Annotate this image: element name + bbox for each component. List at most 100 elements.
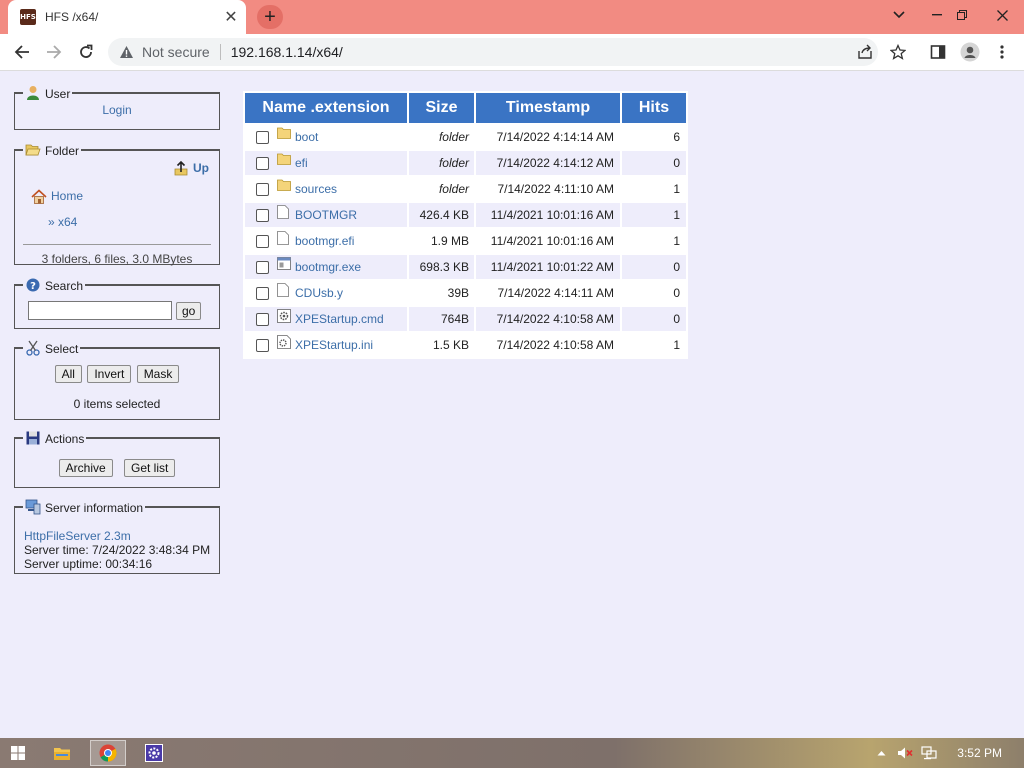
file-link[interactable]: boot xyxy=(295,130,318,144)
file-explorer-taskbar-icon[interactable] xyxy=(44,740,80,766)
tray-chevron-up-icon[interactable] xyxy=(872,740,890,766)
folder-legend-label: Folder xyxy=(45,144,80,158)
more-menu-icon[interactable] xyxy=(990,40,1014,64)
back-button[interactable] xyxy=(10,40,34,64)
file-icon xyxy=(277,231,291,246)
reload-button[interactable] xyxy=(74,40,98,64)
home-link[interactable]: Home xyxy=(51,189,83,203)
url-text[interactable]: 192.168.1.14/x64/ xyxy=(231,44,343,60)
user-panel: User Login xyxy=(14,85,220,130)
actions-panel: Actions Archive Get list xyxy=(14,430,220,488)
timestamp-cell: 7/14/2022 4:14:14 AM xyxy=(476,125,620,149)
file-link[interactable]: sources xyxy=(295,182,337,196)
tab-search-icon[interactable] xyxy=(882,0,916,30)
profile-avatar-icon[interactable] xyxy=(958,40,982,64)
search-input[interactable] xyxy=(28,301,172,320)
row-checkbox[interactable] xyxy=(256,286,269,300)
row-checkbox[interactable] xyxy=(256,338,269,352)
timestamp-cell: 7/14/2022 4:10:58 AM xyxy=(476,333,620,357)
up-folder-icon xyxy=(173,160,189,176)
table-row: sources folder 7/14/2022 4:11:10 AM 1 xyxy=(245,177,686,201)
up-button[interactable]: Up xyxy=(173,160,209,176)
share-icon[interactable] xyxy=(852,38,878,66)
timestamp-cell: 7/14/2022 4:14:11 AM xyxy=(476,281,620,305)
search-legend: ? Search xyxy=(23,277,85,293)
ini-settings-icon xyxy=(277,335,291,350)
hits-cell: 0 xyxy=(622,255,686,279)
file-link[interactable]: XPEStartup.cmd xyxy=(295,312,384,326)
file-link[interactable]: BOOTMGR xyxy=(295,208,357,222)
folder-panel: Folder Up Home » x64 3 folders, 6 files,… xyxy=(14,142,220,266)
actions-legend-label: Actions xyxy=(45,432,85,446)
warning-icon[interactable] xyxy=(118,44,134,60)
table-row: CDUsb.y 39B 7/14/2022 4:14:11 AM 0 xyxy=(245,281,686,305)
hfs-version-link[interactable]: HttpFileServer 2.3m xyxy=(24,529,131,543)
close-window-button[interactable] xyxy=(985,0,1019,30)
timestamp-cell: 7/14/2022 4:11:10 AM xyxy=(476,177,620,201)
hits-cell: 1 xyxy=(622,177,686,201)
table-row: XPEStartup.ini 1.5 KB 7/14/2022 4:10:58 … xyxy=(245,333,686,357)
folder-divider xyxy=(23,244,211,245)
svg-text:?: ? xyxy=(30,281,36,292)
hits-cell: 0 xyxy=(622,281,686,305)
row-checkbox[interactable] xyxy=(256,234,269,248)
up-link[interactable]: Up xyxy=(193,161,209,175)
archive-button[interactable]: Archive xyxy=(58,459,113,477)
size-cell: 698.3 KB xyxy=(409,255,474,279)
server-computer-icon xyxy=(25,499,41,515)
new-tab-button[interactable]: + xyxy=(257,5,283,29)
column-header-hits[interactable]: Hits xyxy=(622,93,686,123)
row-checkbox[interactable] xyxy=(256,312,269,326)
taskbar-clock[interactable]: 3:52 PM xyxy=(957,746,1002,760)
tab-strip: HFS HFS /x64/ ✕ + xyxy=(0,0,1024,34)
taskbar: 3:52 PM xyxy=(0,738,1024,768)
get-list-button[interactable]: Get list xyxy=(124,459,176,477)
home-breadcrumb[interactable]: Home xyxy=(31,188,83,204)
hits-cell: 1 xyxy=(622,203,686,227)
row-checkbox[interactable] xyxy=(256,182,269,196)
side-panel-icon[interactable] xyxy=(926,40,950,64)
close-tab-icon[interactable]: ✕ xyxy=(222,8,240,26)
row-checkbox[interactable] xyxy=(256,156,269,170)
actions-legend: Actions xyxy=(23,430,86,446)
security-status[interactable]: Not secure xyxy=(142,44,210,60)
search-panel: ? Search go xyxy=(14,277,220,329)
divider xyxy=(219,44,221,60)
table-row: XPEStartup.cmd 764B 7/14/2022 4:10:58 AM… xyxy=(245,307,686,331)
column-header-name[interactable]: Name .extension xyxy=(245,93,407,123)
folder-legend: Folder xyxy=(23,142,81,158)
forward-button[interactable] xyxy=(42,40,66,64)
table-header-row: Name .extension Size Timestamp Hits xyxy=(245,93,686,123)
file-link[interactable]: efi xyxy=(295,156,308,170)
bookmark-star-icon[interactable] xyxy=(886,40,910,64)
arrow-right-icon xyxy=(47,45,62,59)
settings-app-taskbar-icon[interactable] xyxy=(136,740,172,766)
search-go-button[interactable]: go xyxy=(176,301,202,320)
restore-button[interactable] xyxy=(945,0,979,30)
login-link[interactable]: Login xyxy=(102,103,131,117)
row-checkbox[interactable] xyxy=(256,260,269,274)
file-link[interactable]: bootmgr.efi xyxy=(295,234,354,248)
column-header-timestamp[interactable]: Timestamp xyxy=(476,93,620,123)
server-legend-label: Server information xyxy=(45,501,144,515)
row-checkbox[interactable] xyxy=(256,130,269,144)
network-icon[interactable] xyxy=(918,740,940,766)
select-panel: Select All Invert Mask 0 items selected xyxy=(14,340,220,420)
start-button[interactable] xyxy=(0,740,36,766)
invert-selection-button[interactable]: Invert xyxy=(87,365,132,383)
file-link[interactable]: XPEStartup.ini xyxy=(295,338,373,352)
chrome-taskbar-icon[interactable] xyxy=(90,740,126,766)
select-all-button[interactable]: All xyxy=(54,365,82,383)
size-cell: folder xyxy=(409,151,474,175)
size-cell: 426.4 KB xyxy=(409,203,474,227)
browser-tab[interactable]: HFS HFS /x64/ ✕ xyxy=(8,0,246,34)
column-header-size[interactable]: Size xyxy=(409,93,474,123)
current-folder-link[interactable]: » x64 xyxy=(48,215,77,229)
file-link[interactable]: bootmgr.exe xyxy=(295,260,361,274)
volume-muted-icon[interactable] xyxy=(894,740,916,766)
address-bar[interactable]: Not secure 192.168.1.14/x64/ xyxy=(108,38,878,66)
search-legend-label: Search xyxy=(45,279,84,293)
row-checkbox[interactable] xyxy=(256,208,269,222)
mask-button[interactable]: Mask xyxy=(136,365,180,383)
file-link[interactable]: CDUsb.y xyxy=(295,286,343,300)
